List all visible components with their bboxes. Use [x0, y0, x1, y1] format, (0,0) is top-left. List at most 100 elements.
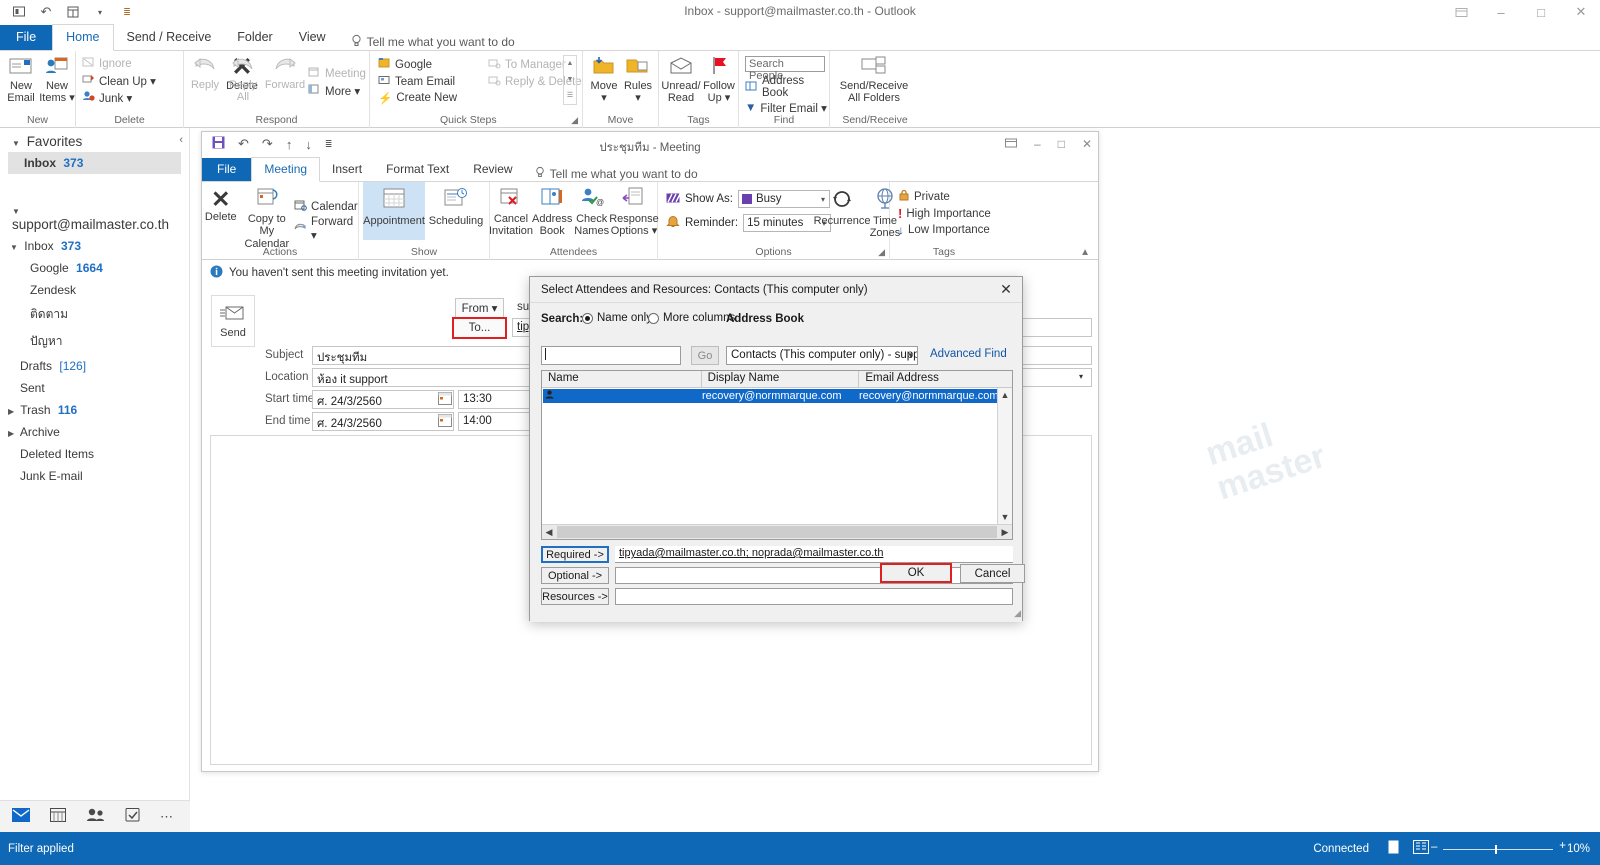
ribbon-tab-file[interactable]: File	[0, 25, 53, 50]
collapse-ribbon-icon[interactable]: ▲	[1080, 247, 1090, 258]
account-header[interactable]: ▼ support@mailmaster.co.th	[0, 196, 189, 235]
required-field[interactable]: tipyada@mailmaster.co.th; noprada@mailma…	[615, 546, 1013, 563]
normal-view-icon[interactable]	[1383, 840, 1399, 857]
ribbon-display-options-icon[interactable]	[1005, 137, 1017, 152]
minimize-icon[interactable]: –	[1490, 2, 1512, 22]
rules-button[interactable]: Rules ▾	[621, 51, 655, 105]
module-switch-bar[interactable]: ⋯	[0, 800, 190, 832]
meeting-forward-button[interactable]: Forward ▾	[294, 215, 358, 243]
meeting-delete-button[interactable]: ✕ Delete	[202, 182, 240, 251]
quickstep-team-email[interactable]: Team Email	[378, 73, 457, 90]
contacts-list-horizontal-scrollbar[interactable]: ◀ ▶	[542, 524, 1012, 539]
clean-up-button[interactable]: Clean Up ▾	[82, 72, 156, 89]
zoom-out-icon[interactable]: –	[1431, 841, 1437, 853]
go-button[interactable]: Go	[691, 346, 719, 365]
sidebar-item-tidtam[interactable]: ติดตาม	[0, 301, 189, 328]
meeting-tab-format-text[interactable]: Format Text	[374, 158, 461, 181]
ribbon-tab-send-receive[interactable]: Send / Receive	[114, 25, 225, 50]
radio-name-only[interactable]: Name only	[582, 312, 652, 324]
reply-button[interactable]: Reply	[186, 51, 224, 104]
sidebar-item-deleted-items[interactable]: Deleted Items	[0, 443, 189, 465]
minimize-icon[interactable]: –	[1034, 137, 1041, 152]
zoom-in-icon[interactable]: +	[1559, 840, 1566, 852]
quickstep-create-new[interactable]: ⚡ Create New	[378, 90, 457, 106]
appointment-button[interactable]: Appointment	[363, 182, 425, 240]
ribbon-tab-strip[interactable]: File Home Send / Receive Folder View Tel…	[0, 24, 1600, 51]
meeting-tab-insert[interactable]: Insert	[320, 158, 374, 181]
column-header-name[interactable]: Name	[542, 371, 702, 387]
address-book-select[interactable]: Contacts (This computer only) - support@…	[726, 346, 918, 365]
options-dialog-launcher[interactable]: ◢	[878, 247, 885, 258]
mail-icon[interactable]	[12, 807, 30, 826]
search-input[interactable]	[541, 346, 681, 365]
address-book-button[interactable]: Address Book	[532, 182, 572, 238]
location-dropdown-chevron-icon[interactable]: ▾	[1079, 372, 1083, 381]
ribbon-display-options-icon[interactable]	[1450, 2, 1472, 22]
ribbon-tab-view[interactable]: View	[286, 25, 339, 50]
scroll-down-icon[interactable]: ▼	[998, 510, 1012, 524]
move-button[interactable]: Move ▾	[587, 51, 621, 105]
column-header-email-address[interactable]: Email Address	[859, 371, 1012, 387]
from-button[interactable]: From ▾	[455, 298, 504, 318]
forward-button[interactable]: Forward	[262, 51, 308, 104]
tasks-icon[interactable]	[125, 807, 140, 826]
new-items-button[interactable]: New Items ▾	[39, 51, 75, 105]
contacts-list-row[interactable]: recovery@normmarque.com recovery@normmar…	[543, 389, 1011, 403]
cancel-button[interactable]: Cancel	[960, 564, 1025, 583]
quick-steps-dialog-launcher[interactable]: ◢	[571, 115, 578, 126]
required-button[interactable]: Required ->	[541, 546, 609, 563]
send-button[interactable]: Send	[211, 295, 255, 347]
sidebar-item-google[interactable]: Google 1664	[0, 257, 189, 279]
optional-field[interactable]	[615, 567, 1013, 584]
start-date-field[interactable]: ศ. 24/3/2560	[312, 390, 454, 409]
horizontal-scroll-thumb[interactable]	[557, 526, 997, 538]
ignore-button[interactable]: Ignore	[82, 55, 156, 72]
zoom-level[interactable]: 10%	[1567, 843, 1590, 855]
to-button[interactable]: To...	[452, 317, 507, 339]
sidebar-item-drafts[interactable]: Drafts [126]	[0, 355, 189, 377]
private-button[interactable]: Private	[898, 188, 991, 205]
ribbon-tab-folder[interactable]: Folder	[224, 25, 285, 50]
more-options-icon[interactable]: ⋯	[160, 809, 175, 825]
optional-button[interactable]: Optional ->	[541, 567, 609, 584]
resources-field[interactable]	[615, 588, 1013, 605]
sidebar-item-inbox[interactable]: ▼ Inbox 373	[0, 235, 189, 257]
meeting-tell-me-search[interactable]: Tell me what you want to do	[525, 166, 698, 181]
new-email-button[interactable]: New Email	[3, 51, 39, 105]
scroll-left-icon[interactable]: ◀	[542, 525, 556, 539]
meeting-button[interactable]: Meeting	[308, 65, 366, 82]
more-respond-button[interactable]: More ▾	[308, 82, 366, 99]
sidebar-item-favorites-inbox[interactable]: Inbox 373	[8, 152, 181, 174]
response-options-button[interactable]: Response Options ▾	[609, 182, 659, 238]
calendar-icon[interactable]	[50, 807, 66, 826]
ok-button[interactable]: OK	[880, 563, 952, 583]
sidebar-item-zendesk[interactable]: Zendesk	[0, 279, 189, 301]
reply-all-button[interactable]: Reply All	[224, 51, 262, 104]
dialog-resize-grip[interactable]: ◢	[1014, 608, 1021, 619]
scheduling-button[interactable]: Scheduling	[425, 182, 487, 240]
copy-to-my-calendar-button[interactable]: Copy to My Calendar	[240, 182, 294, 251]
resources-button[interactable]: Resources ->	[541, 588, 609, 605]
end-date-picker-icon[interactable]	[438, 414, 452, 430]
junk-button[interactable]: Junk ▾	[82, 89, 156, 106]
maximize-icon[interactable]: □	[1058, 137, 1065, 152]
close-icon[interactable]: ✕	[1570, 2, 1592, 22]
meeting-window-controls[interactable]: – □ ✕	[1005, 137, 1092, 152]
radio-more-columns[interactable]: More columns	[648, 312, 735, 324]
high-importance-button[interactable]: ! High Importance	[898, 205, 991, 222]
quick-steps-scroll[interactable]: ▲ ▼ ☰	[563, 55, 577, 105]
contacts-list[interactable]: Name Display Name Email Address recovery…	[541, 370, 1013, 540]
follow-up-button[interactable]: Follow Up ▾	[701, 51, 737, 105]
maximize-icon[interactable]: □	[1530, 2, 1552, 22]
cancel-invitation-button[interactable]: Cancel Invitation	[489, 182, 533, 238]
scroll-up-icon[interactable]: ▲	[998, 388, 1012, 402]
reading-view-icon[interactable]	[1412, 840, 1429, 857]
dialog-close-icon[interactable]: ✕	[995, 280, 1017, 299]
unread-read-button[interactable]: Unread/ Read	[661, 51, 701, 105]
ribbon-tab-home[interactable]: Home	[52, 24, 114, 51]
meeting-tab-meeting[interactable]: Meeting	[251, 157, 321, 182]
column-header-display-name[interactable]: Display Name	[702, 371, 860, 387]
check-names-button[interactable]: @ Check Names	[572, 182, 611, 238]
sidebar-item-sent[interactable]: Sent	[0, 377, 189, 399]
sidebar-item-trash[interactable]: ▶ Trash 116	[0, 399, 189, 421]
